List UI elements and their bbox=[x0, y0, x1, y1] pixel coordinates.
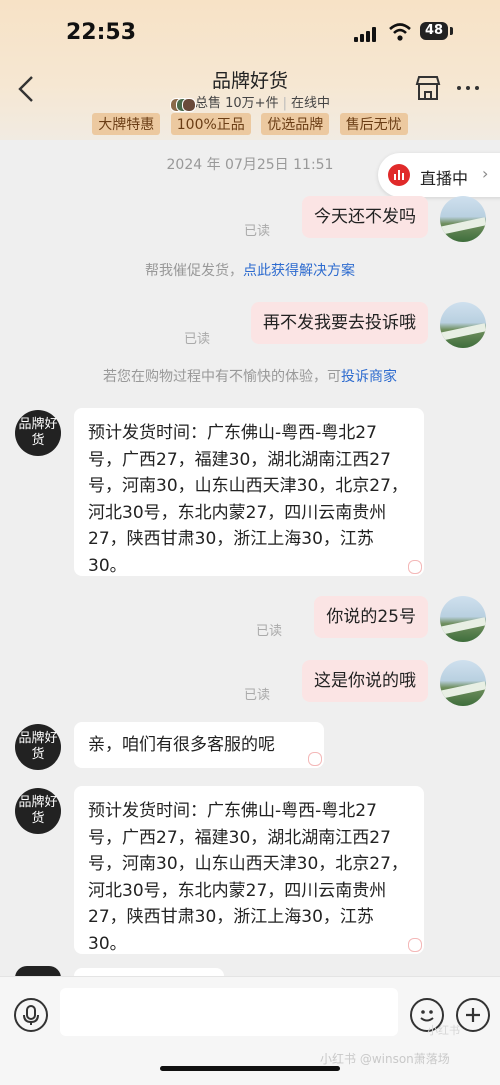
plus-icon[interactable] bbox=[456, 998, 490, 1032]
system-tip-text: 若您在购物过程中有不愉快的体验，可 bbox=[103, 369, 341, 385]
buyer-avatars-icon bbox=[170, 97, 196, 112]
complain-link[interactable]: 投诉商家 bbox=[341, 369, 397, 385]
battery-tip bbox=[450, 27, 453, 35]
read-receipt: 已读 bbox=[256, 624, 283, 639]
chat-header: 22:53 48 品牌好货 总售 10万+件 | 在线中 大牌特惠 100%正品 优… bbox=[0, 0, 500, 140]
read-receipt: 已读 bbox=[184, 332, 211, 347]
sales-count: 总售 10万+件 bbox=[195, 96, 279, 111]
shop-tags: 大牌特惠 100%正品 优选品牌 售后无忧 bbox=[0, 113, 500, 135]
system-tip: 若您在购物过程中有不愉快的体验，可投诉商家 bbox=[0, 366, 500, 386]
shop-avatar[interactable]: 品牌好货 bbox=[15, 724, 61, 770]
my-message[interactable]: 这是你说的哦 bbox=[302, 660, 428, 702]
watermark: 小红书 @winson萧落场 bbox=[320, 1052, 450, 1066]
signal-icon bbox=[354, 26, 382, 42]
my-message[interactable]: 今天还不发吗 bbox=[302, 196, 428, 238]
live-icon bbox=[388, 164, 410, 186]
microphone-icon[interactable] bbox=[14, 998, 48, 1032]
tag: 售后无忧 bbox=[339, 113, 408, 135]
live-button[interactable]: 直播中 › bbox=[378, 153, 500, 197]
tag: 100%正品 bbox=[170, 113, 251, 135]
my-message[interactable]: 你说的25号 bbox=[314, 596, 428, 638]
home-indicator[interactable] bbox=[160, 1066, 340, 1071]
read-receipt: 已读 bbox=[244, 688, 271, 703]
battery-icon: 48 bbox=[420, 22, 448, 40]
my-avatar[interactable] bbox=[440, 660, 486, 706]
tag: 大牌特惠 bbox=[92, 113, 161, 135]
shop-message[interactable]: 预计发货时间：广东佛山-粤西-粤北27号，广西27，福建30，湖北湖南江西27号… bbox=[74, 786, 424, 954]
online-status: 在线中 bbox=[290, 96, 330, 111]
my-message[interactable]: 再不发我要去投诉哦 bbox=[251, 302, 428, 344]
tag: 优选品牌 bbox=[261, 113, 330, 135]
shop-message[interactable]: 亲，咱们有很多客服的呢 bbox=[74, 722, 324, 768]
status-time: 22:53 bbox=[66, 20, 137, 45]
shop-avatar[interactable]: 品牌好货 bbox=[15, 410, 61, 456]
message-input[interactable] bbox=[60, 988, 398, 1036]
badge-icon bbox=[408, 560, 422, 574]
my-avatar[interactable] bbox=[440, 596, 486, 642]
my-avatar[interactable] bbox=[440, 302, 486, 348]
live-label: 直播中 bbox=[420, 169, 469, 188]
chevron-right-icon: › bbox=[482, 164, 489, 183]
system-tip: 帮我催促发货，点此获得解决方案 bbox=[0, 260, 500, 280]
badge-icon bbox=[308, 752, 322, 766]
read-receipt: 已读 bbox=[244, 224, 271, 239]
status-bar: 22:53 48 bbox=[0, 0, 500, 60]
watermark-logo: 小红书 bbox=[427, 1024, 460, 1037]
more-icon[interactable] bbox=[457, 86, 481, 92]
store-icon[interactable] bbox=[414, 74, 442, 102]
system-tip-text: 帮我催促发货， bbox=[145, 263, 243, 279]
my-avatar[interactable] bbox=[440, 196, 486, 242]
wifi-icon bbox=[389, 23, 411, 41]
solution-link[interactable]: 点此获得解决方案 bbox=[243, 263, 355, 279]
badge-icon bbox=[408, 938, 422, 952]
shop-avatar[interactable]: 品牌好货 bbox=[15, 788, 61, 834]
shop-message[interactable]: 预计发货时间：广东佛山-粤西-粤北27号，广西27，福建30，湖北湖南江西27号… bbox=[74, 408, 424, 576]
